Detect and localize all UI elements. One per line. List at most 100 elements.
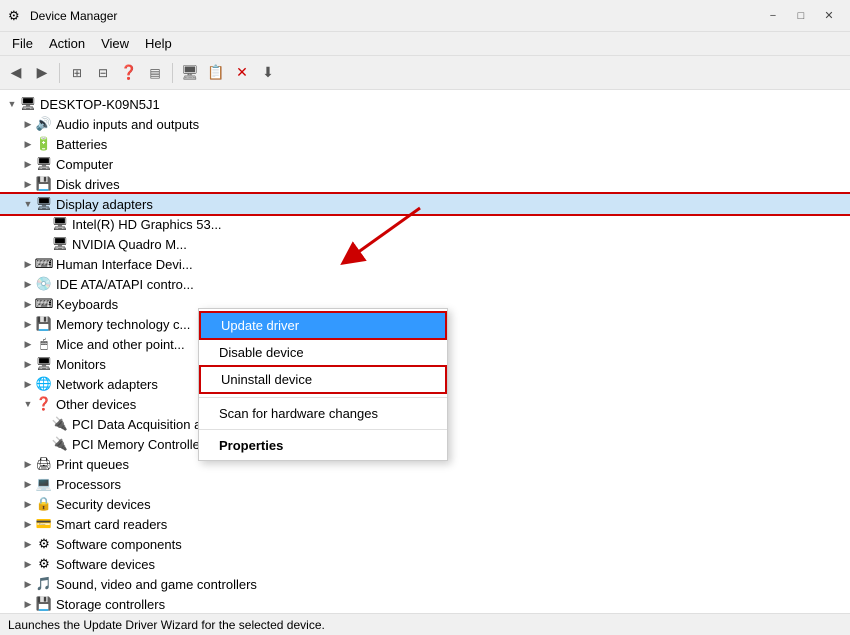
softdev-label: Software devices [56, 557, 155, 572]
proc-icon: 💻 [36, 476, 52, 492]
print-expand-icon: ▶ [20, 456, 36, 472]
tree-item-nvidia[interactable]: 🖥 NVIDIA Quadro M... [0, 234, 850, 254]
root-expand-icon: ▼ [4, 96, 20, 112]
display-label: Display adapters [56, 197, 153, 212]
other-label: Other devices [56, 397, 136, 412]
context-menu-uninstall-device[interactable]: Uninstall device [199, 365, 447, 394]
tree-item-sound[interactable]: ▶ 🎵 Sound, video and game controllers [0, 574, 850, 594]
toolbar-remove[interactable]: ✕ [230, 61, 254, 85]
context-menu-update-driver[interactable]: Update driver [199, 311, 447, 340]
proc-expand-icon: ▶ [20, 476, 36, 492]
smartcard-expand-icon: ▶ [20, 516, 36, 532]
display-expand-icon: ▼ [20, 196, 36, 212]
batteries-icon: 🔋 [36, 136, 52, 152]
sound-expand-icon: ▶ [20, 576, 36, 592]
audio-icon: 🔊 [36, 116, 52, 132]
pci-mem-expand-icon [36, 436, 52, 452]
pci-dsp-expand-icon [36, 416, 52, 432]
maximize-button[interactable]: □ [788, 6, 814, 26]
tree-item-softcomp[interactable]: ▶ ⚙ Software components [0, 534, 850, 554]
tree-root[interactable]: ▼ 🖥 DESKTOP-K09N5J1 [0, 94, 850, 114]
intel-icon: 🖥 [52, 216, 68, 232]
tree-item-storage[interactable]: ▶ 💾 Storage controllers [0, 594, 850, 613]
computer-expand-icon: ▶ [20, 156, 36, 172]
toolbar-update[interactable]: ⊟ [91, 61, 115, 85]
audio-expand-icon: ▶ [20, 116, 36, 132]
computer-icon: 🖥 [36, 156, 52, 172]
toolbar-separator-1 [59, 63, 60, 83]
context-menu-properties[interactable]: Properties [199, 433, 447, 458]
mice-icon: 🖱 [36, 336, 52, 352]
toolbar-properties[interactable]: ⊞ [65, 61, 89, 85]
softcomp-icon: ⚙ [36, 536, 52, 552]
tree-item-display[interactable]: ▼ 🖥 Display adapters [0, 194, 850, 214]
tree-panel[interactable]: ▼ 🖥 DESKTOP-K09N5J1 ▶ 🔊 Audio inputs and… [0, 90, 850, 613]
tree-item-softdev[interactable]: ▶ ⚙ Software devices [0, 554, 850, 574]
root-label: DESKTOP-K09N5J1 [40, 97, 160, 112]
mice-label: Mice and other point... [56, 337, 185, 352]
memory-label: Memory technology c... [56, 317, 190, 332]
tree-item-smartcard[interactable]: ▶ 💳 Smart card readers [0, 514, 850, 534]
audio-label: Audio inputs and outputs [56, 117, 199, 132]
hid-label: Human Interface Devi... [56, 257, 193, 272]
status-bar: Launches the Update Driver Wizard for th… [0, 613, 850, 635]
storage-expand-icon: ▶ [20, 596, 36, 612]
tree-item-hid[interactable]: ▶ ⌨ Human Interface Devi... [0, 254, 850, 274]
toolbar-list[interactable]: ▤ [143, 61, 167, 85]
toolbar-add[interactable]: 🖥 [178, 61, 202, 85]
tree-item-computer[interactable]: ▶ 🖥 Computer [0, 154, 850, 174]
pci-dsp-icon: 🔌 [52, 416, 68, 432]
security-label: Security devices [56, 497, 151, 512]
security-expand-icon: ▶ [20, 496, 36, 512]
toolbar-help[interactable]: ❓ [117, 61, 141, 85]
disk-icon: 💾 [36, 176, 52, 192]
smartcard-icon: 💳 [36, 516, 52, 532]
keyboards-expand-icon: ▶ [20, 296, 36, 312]
title-bar: ⚙ Device Manager − □ ✕ [0, 0, 850, 32]
context-menu[interactable]: Update driver Disable device Uninstall d… [198, 308, 448, 461]
context-menu-scan[interactable]: Scan for hardware changes [199, 401, 447, 426]
batteries-label: Batteries [56, 137, 107, 152]
close-button[interactable]: ✕ [816, 6, 842, 26]
softcomp-label: Software components [56, 537, 182, 552]
toolbar-scan[interactable]: ⬇ [256, 61, 280, 85]
tree-item-proc[interactable]: ▶ 💻 Processors [0, 474, 850, 494]
ide-label: IDE ATA/ATAPI contro... [56, 277, 194, 292]
keyboards-icon: ⌨ [36, 296, 52, 312]
sound-label: Sound, video and game controllers [56, 577, 257, 592]
print-icon: 🖨 [36, 456, 52, 472]
menu-file[interactable]: File [4, 34, 41, 53]
pci-mem-label: PCI Memory Controller [72, 437, 204, 452]
context-menu-disable-device[interactable]: Disable device [199, 340, 447, 365]
minimize-button[interactable]: − [760, 6, 786, 26]
menu-help[interactable]: Help [137, 34, 180, 53]
softdev-expand-icon: ▶ [20, 556, 36, 572]
tree-item-intel[interactable]: 🖥 Intel(R) HD Graphics 53... [0, 214, 850, 234]
disk-expand-icon: ▶ [20, 176, 36, 192]
softdev-icon: ⚙ [36, 556, 52, 572]
toolbar-forward[interactable]: ▶ [30, 61, 54, 85]
context-menu-separator [199, 397, 447, 398]
memory-expand-icon: ▶ [20, 316, 36, 332]
tree-item-batteries[interactable]: ▶ 🔋 Batteries [0, 134, 850, 154]
context-menu-separator-2 [199, 429, 447, 430]
network-label: Network adapters [56, 377, 158, 392]
tree-item-security[interactable]: ▶ 🔒 Security devices [0, 494, 850, 514]
disk-label: Disk drives [56, 177, 120, 192]
monitors-icon: 🖥 [36, 356, 52, 372]
monitors-expand-icon: ▶ [20, 356, 36, 372]
tree-item-ide[interactable]: ▶ 💿 IDE ATA/ATAPI contro... [0, 274, 850, 294]
nvidia-icon: 🖥 [52, 236, 68, 252]
other-icon: ❓ [36, 396, 52, 412]
menu-action[interactable]: Action [41, 34, 93, 53]
monitors-label: Monitors [56, 357, 106, 372]
toolbar-back[interactable]: ◀ [4, 61, 28, 85]
tree-item-audio[interactable]: ▶ 🔊 Audio inputs and outputs [0, 114, 850, 134]
security-icon: 🔒 [36, 496, 52, 512]
sound-icon: 🎵 [36, 576, 52, 592]
tree-item-disk[interactable]: ▶ 💾 Disk drives [0, 174, 850, 194]
intel-expand-icon [36, 216, 52, 232]
menu-view[interactable]: View [93, 34, 137, 53]
hid-icon: ⌨ [36, 256, 52, 272]
toolbar-uninstall[interactable]: 📋 [204, 61, 228, 85]
